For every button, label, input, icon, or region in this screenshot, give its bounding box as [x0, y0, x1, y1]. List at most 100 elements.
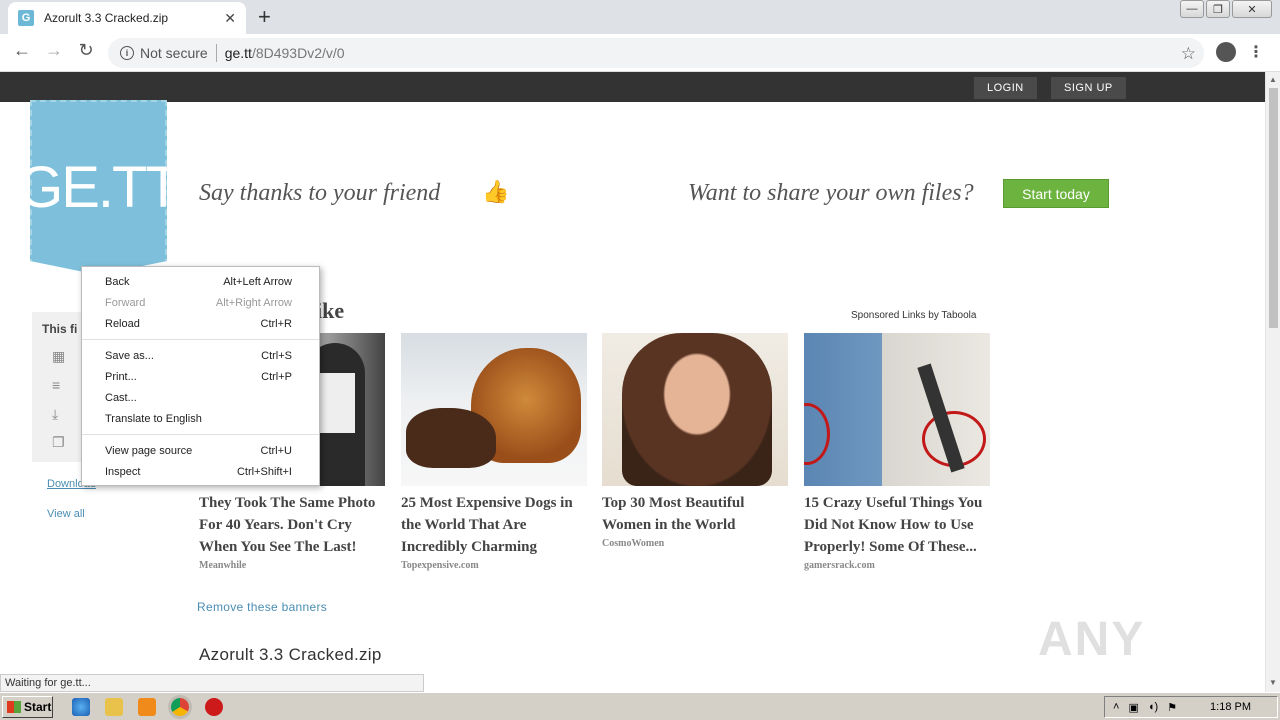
windows-taskbar: Start ˄ ▣ ◖) ⚑ 1:18 PM	[0, 692, 1280, 720]
restore-button[interactable]: ❐	[1206, 0, 1230, 18]
flag-icon[interactable]: ⚑	[1167, 701, 1177, 714]
network-icon[interactable]: ▣	[1128, 701, 1138, 714]
bookmark-star-icon[interactable]: ☆	[1181, 44, 1196, 64]
ctx-print[interactable]: Print... Ctrl+P	[82, 366, 319, 387]
close-window-button[interactable]: ✕	[1232, 0, 1272, 18]
tab-title: Azorult 3.3 Cracked.zip	[44, 11, 169, 25]
storage-icon: ≡	[52, 377, 61, 393]
ctx-separator	[82, 434, 319, 435]
you-may-like-heading: ike	[316, 298, 345, 323]
ctx-save-as[interactable]: Save as... Ctrl+S	[82, 345, 319, 366]
not-secure-label: Not secure	[140, 45, 208, 61]
remove-banners-link[interactable]: Remove these banners	[197, 600, 327, 614]
start-today-button[interactable]: Start today	[1003, 179, 1109, 208]
ctx-label: Print...	[105, 370, 137, 383]
ctx-label: Inspect	[105, 465, 141, 478]
promo-source: Meanwhile	[199, 560, 247, 571]
scroll-down-icon[interactable]: ▼	[1269, 678, 1277, 687]
forward-arrow-icon[interactable]: →	[41, 40, 67, 61]
explorer-folder-icon[interactable]	[105, 698, 123, 716]
share-prompt: Want to share your own files?	[688, 180, 974, 206]
windows-logo-icon	[7, 701, 21, 713]
login-button[interactable]: LOGIN	[974, 77, 1037, 99]
site-topbar: LOGIN SIGN UP	[0, 72, 1265, 102]
tray-expand-icon[interactable]: ˄	[1113, 701, 1119, 713]
window-controls: — ❐ ✕	[1180, 0, 1272, 18]
promo-source: Topexpensive.com	[401, 560, 479, 571]
system-tray: ˄ ▣ ◖) ⚑ 1:18 PM	[1104, 696, 1278, 718]
promo-title[interactable]: 15 Crazy Useful Things You Did Not Know …	[804, 492, 990, 558]
ctx-shortcut: Ctrl+U	[260, 444, 292, 457]
gett-logo[interactable]: GE.TT	[30, 100, 167, 275]
opera-icon[interactable]	[205, 698, 223, 716]
ctx-shortcut: Ctrl+R	[260, 317, 292, 330]
ie-icon[interactable]	[72, 698, 90, 716]
info-icon[interactable]: i	[120, 46, 134, 60]
ctx-shortcut: Ctrl+S	[261, 349, 292, 362]
url-host: ge.tt	[224, 45, 252, 61]
signup-button[interactable]: SIGN UP	[1051, 77, 1126, 99]
ctx-label: Translate to English	[105, 412, 202, 425]
address-bar[interactable]: i Not secure ge.tt/8D493Dv2/v/0	[108, 38, 1204, 68]
ctx-label: View page source	[105, 444, 193, 457]
ctx-shortcut: Alt+Right Arrow	[215, 296, 292, 309]
ctx-cast[interactable]: Cast...	[82, 387, 319, 408]
browser-tab[interactable]: G Azorult 3.3 Cracked.zip ✕	[8, 2, 246, 34]
ctx-label: Save as...	[105, 349, 154, 362]
promo-image[interactable]	[804, 333, 990, 486]
reload-icon[interactable]: ↻	[73, 40, 99, 61]
menu-kebab-icon[interactable]: ⋮	[1248, 42, 1264, 62]
promo-source: CosmoWomen	[602, 538, 665, 549]
promo-source: gamersrack.com	[804, 560, 875, 571]
ctx-shortcut: Ctrl+P	[261, 370, 292, 383]
copy-icon: ❐	[52, 434, 65, 450]
ctx-inspect[interactable]: Inspect Ctrl+Shift+I	[82, 461, 319, 482]
promo-title[interactable]: Top 30 Most Beautiful Women in the World	[602, 492, 788, 536]
ctx-shortcut: Alt+Left Arrow	[223, 275, 292, 288]
omnibox-divider	[215, 44, 217, 62]
anyrun-watermark: ANY RUN	[1038, 613, 1146, 674]
status-bubble: Waiting for ge.tt...	[0, 674, 424, 692]
start-label: Start	[24, 700, 52, 714]
ctx-translate[interactable]: Translate to English	[82, 408, 319, 429]
promo-image[interactable]	[401, 333, 587, 486]
file-info-title: This fi	[42, 322, 78, 336]
clock[interactable]: 1:18 PM	[1210, 701, 1251, 713]
tab-strip: G Azorult 3.3 Cracked.zip ✕ + — ❐ ✕	[0, 0, 1280, 34]
promo-title[interactable]: 25 Most Expensive Dogs in the World That…	[401, 492, 587, 558]
start-button[interactable]: Start	[2, 696, 53, 718]
ctx-label: Cast...	[105, 391, 137, 404]
promo-image[interactable]	[602, 333, 788, 486]
volume-icon[interactable]: ◖)	[1148, 701, 1158, 713]
thumbs-up-icon[interactable]: 👍	[482, 179, 509, 205]
context-menu: Back Alt+Left Arrow Forward Alt+Right Arro…	[81, 266, 320, 486]
ctx-forward[interactable]: Forward Alt+Right Arrow	[82, 292, 319, 313]
tab-close-icon[interactable]: ✕	[224, 10, 236, 27]
back-arrow-icon[interactable]: ←	[9, 40, 35, 61]
media-player-icon[interactable]	[138, 698, 156, 716]
ctx-back[interactable]: Back Alt+Left Arrow	[82, 271, 319, 292]
page-scrollbar[interactable]: ▲ ▼	[1265, 72, 1280, 692]
promo-card[interactable]: 25 Most Expensive Dogs in the World That…	[401, 333, 587, 571]
new-tab-button[interactable]: +	[258, 4, 271, 30]
promo-card[interactable]: Top 30 Most Beautiful Women in the World…	[602, 333, 788, 549]
browser-toolbar: ← → ↻ i Not secure ge.tt/8D493Dv2/v/0 ☆ …	[0, 34, 1280, 72]
url-path: /8D493Dv2/v/0	[251, 45, 345, 61]
profile-icon[interactable]	[1216, 42, 1236, 62]
scroll-thumb[interactable]	[1269, 88, 1278, 328]
view-all-link[interactable]: View all	[47, 508, 85, 520]
gett-favicon-icon: G	[18, 10, 34, 26]
calendar-icon: ▦	[52, 348, 66, 364]
chrome-icon[interactable]	[171, 698, 189, 716]
minimize-button[interactable]: —	[1180, 0, 1204, 18]
sponsored-label[interactable]: Sponsored Links by Taboola	[851, 310, 976, 321]
promo-title[interactable]: They Took The Same Photo For 40 Years. D…	[199, 492, 385, 558]
ctx-reload[interactable]: Reload Ctrl+R	[82, 313, 319, 334]
ctx-label: Reload	[105, 317, 140, 330]
ctx-view-source[interactable]: View page source Ctrl+U	[82, 440, 319, 461]
say-thanks-text: Say thanks to your friend	[199, 180, 441, 206]
scroll-up-icon[interactable]: ▲	[1269, 75, 1277, 84]
ctx-label: Forward	[105, 296, 146, 309]
ctx-label: Back	[105, 275, 130, 288]
promo-card[interactable]: 15 Crazy Useful Things You Did Not Know …	[804, 333, 990, 571]
